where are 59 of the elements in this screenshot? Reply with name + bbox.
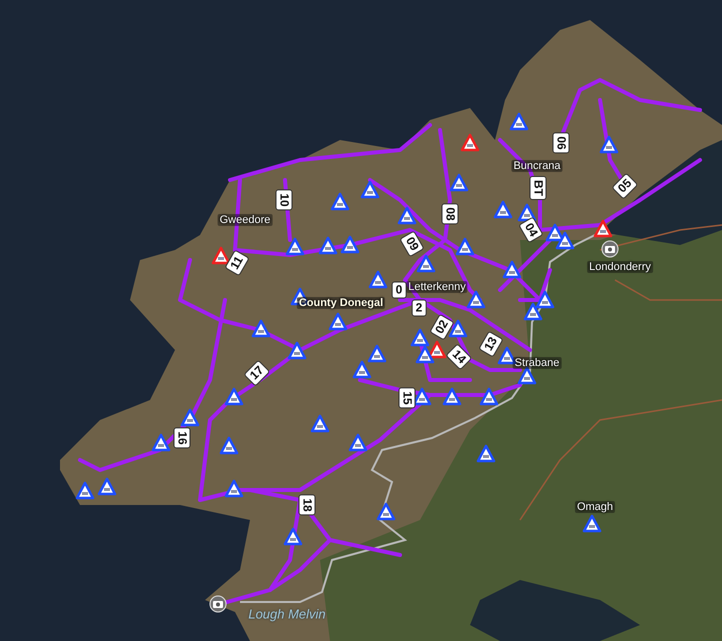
warning-triangle-icon[interactable]: [152, 434, 170, 452]
warning-triangle-icon[interactable]: [328, 312, 348, 330]
warning-triangle-icon[interactable]: [410, 328, 430, 346]
warning-triangle-icon[interactable]: [416, 254, 436, 272]
warning-triangle-icon[interactable]: [220, 436, 238, 454]
route-number: 18: [298, 494, 316, 516]
warning-triangle-icon[interactable]: [288, 342, 306, 360]
warning-triangle-icon[interactable]: [524, 302, 542, 320]
route-number: 2: [412, 300, 426, 316]
warning-triangle-icon[interactable]: [284, 528, 302, 546]
warning-triangle-icon[interactable]: [582, 514, 602, 532]
warning-triangle-icon[interactable]: [502, 260, 522, 278]
warning-triangle-icon[interactable]: [448, 320, 468, 338]
route-number: 0: [392, 282, 406, 298]
warning-triangle-icon[interactable]: [412, 388, 432, 406]
warning-triangle-icon[interactable]: [224, 480, 244, 498]
warning-triangle-icon[interactable]: [352, 360, 372, 378]
warning-triangle-icon[interactable]: [594, 220, 612, 238]
warning-triangle-icon[interactable]: [252, 320, 270, 338]
warning-triangle-icon[interactable]: [76, 482, 94, 500]
warning-triangle-icon[interactable]: [212, 246, 230, 264]
camera-icon[interactable]: [602, 240, 618, 258]
camera-icon[interactable]: [210, 596, 226, 612]
warning-triangle-icon[interactable]: [518, 366, 536, 384]
warning-triangle-icon[interactable]: [450, 174, 468, 192]
warning-triangle-icon[interactable]: [510, 112, 528, 130]
place-label: Lough Melvin: [247, 606, 327, 622]
warning-triangle-icon[interactable]: [398, 206, 416, 224]
route-number: 10: [276, 189, 292, 211]
route-number: 15: [398, 387, 416, 409]
route-number: 06: [552, 132, 570, 154]
warning-triangle-icon[interactable]: [600, 136, 618, 154]
warning-triangle-icon[interactable]: [348, 434, 368, 452]
warning-triangle-icon[interactable]: [318, 236, 338, 254]
warning-triangle-icon[interactable]: [556, 232, 574, 250]
warning-triangle-icon[interactable]: [180, 408, 200, 426]
warning-triangle-icon[interactable]: [360, 180, 380, 198]
route-number: 16: [174, 427, 190, 449]
warning-triangle-icon[interactable]: [310, 414, 330, 432]
warning-triangle-icon[interactable]: [416, 346, 434, 364]
warning-triangle-icon[interactable]: [476, 444, 496, 462]
route-number: BT: [530, 176, 546, 200]
warning-triangle-icon[interactable]: [224, 388, 244, 406]
warning-triangle-icon[interactable]: [368, 344, 386, 362]
warning-triangle-icon[interactable]: [494, 200, 512, 218]
route-number: 08: [442, 203, 458, 225]
warning-triangle-icon[interactable]: [368, 270, 388, 288]
warning-triangle-icon[interactable]: [376, 502, 396, 520]
warning-triangle-icon[interactable]: [98, 478, 116, 496]
warning-triangle-icon[interactable]: [456, 238, 474, 256]
warning-triangle-icon[interactable]: [330, 192, 350, 210]
warning-triangle-icon[interactable]: [536, 290, 554, 308]
warning-triangle-icon[interactable]: [460, 134, 480, 152]
warning-triangle-icon[interactable]: [442, 388, 462, 406]
satellite-map[interactable]: 10 11 09 08 06 05 BT 04 0 2 02 13 14 15 16 17 18 Gweedore County Donegal Letterkenny Buncrana Londonderry Strabane Omagh Lough Melvin: [0, 0, 722, 641]
warning-triangle-icon[interactable]: [480, 388, 498, 406]
warning-triangle-icon[interactable]: [286, 238, 304, 256]
warning-triangle-icon[interactable]: [340, 236, 360, 254]
warning-triangle-icon[interactable]: [466, 290, 486, 308]
